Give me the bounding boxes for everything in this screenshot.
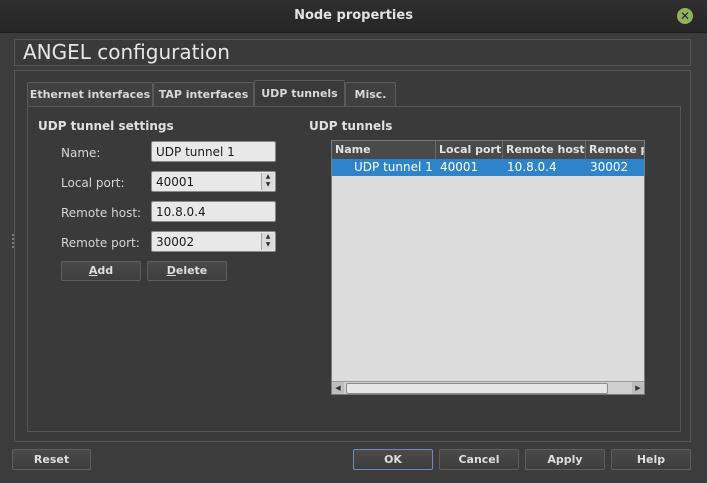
remote-port-stepper[interactable]: 30002 ▲ ▼ (151, 231, 276, 252)
tab-tap-interfaces[interactable]: TAP interfaces (153, 82, 254, 107)
delete-mnemonic: D (166, 264, 176, 277)
column-header-local-port[interactable]: Local port (436, 141, 503, 159)
scrollbar-thumb[interactable] (346, 383, 608, 394)
add-label: dd (97, 264, 114, 277)
udp-tunnel-settings-title: UDP tunnel settings (38, 119, 174, 133)
scroll-left-icon[interactable]: ◀ (332, 382, 344, 394)
column-header-remote-host[interactable]: Remote host (503, 141, 586, 159)
delete-button[interactable]: Delete (147, 261, 227, 281)
cell-name: UDP tunnel 1 (354, 160, 433, 174)
udp-tunnels-title: UDP tunnels (309, 119, 393, 133)
remote-port-value: 30002 (156, 235, 195, 249)
horizontal-scrollbar[interactable]: ◀ ▶ (332, 381, 644, 394)
table-header: Name Local port Remote host Remote po (332, 141, 644, 160)
delete-label: elete (175, 264, 208, 277)
cell-local-port: 40001 (440, 160, 479, 174)
cell-remote-port: 30002 (590, 160, 629, 174)
tab-udp-tunnels[interactable]: UDP tunnels (254, 80, 345, 109)
tab-ethernet-interfaces[interactable]: Ethernet interfaces (27, 82, 153, 107)
cancel-button[interactable]: Cancel (439, 449, 519, 470)
local-port-stepper[interactable]: 40001 ▲ ▼ (151, 171, 276, 192)
local-port-value: 40001 (156, 175, 195, 189)
apply-button[interactable]: Apply (525, 449, 605, 470)
ok-button[interactable]: OK (353, 449, 433, 470)
udp-tunnels-table[interactable]: Name Local port Remote host Remote po UD… (331, 140, 645, 395)
title-bar: Node properties ✕ (0, 0, 707, 33)
resize-grip[interactable] (12, 234, 16, 248)
local-port-label: Local port: (61, 176, 125, 190)
tab-misc[interactable]: Misc. (345, 82, 396, 107)
window-title: Node properties (294, 8, 413, 23)
column-header-remote-port[interactable]: Remote po (586, 141, 644, 159)
remote-port-label: Remote port: (61, 236, 140, 250)
remote-host-field[interactable]: 10.8.0.4 (151, 201, 276, 222)
help-button[interactable]: Help (611, 449, 691, 470)
spin-arrows-icon[interactable]: ▲ ▼ (261, 173, 274, 190)
remote-host-label: Remote host: (61, 206, 142, 220)
column-header-name[interactable]: Name (332, 141, 436, 159)
close-icon[interactable]: ✕ (677, 8, 693, 24)
scroll-right-icon[interactable]: ▶ (632, 382, 644, 394)
table-row[interactable]: UDP tunnel 1 40001 10.8.0.4 30002 (332, 159, 644, 176)
name-label: Name: (61, 146, 101, 160)
page-title: ANGEL configuration (23, 40, 230, 64)
add-button[interactable]: Add (61, 261, 141, 281)
reset-button[interactable]: Reset (12, 449, 91, 470)
config-header: ANGEL configuration (14, 39, 691, 66)
cell-remote-host: 10.8.0.4 (507, 160, 557, 174)
name-field[interactable]: UDP tunnel 1 (151, 141, 276, 162)
spin-arrows-icon[interactable]: ▲ ▼ (261, 233, 274, 250)
